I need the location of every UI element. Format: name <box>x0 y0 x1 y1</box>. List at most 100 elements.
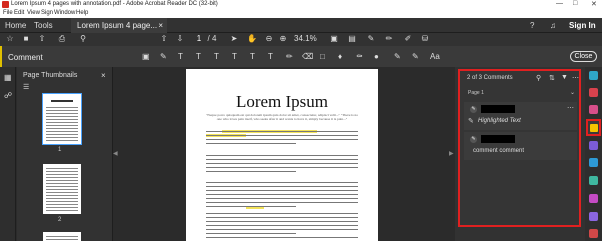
eraser-icon[interactable]: ⌫ <box>302 52 313 61</box>
menu-window[interactable]: Window <box>54 10 75 16</box>
comment-body-2: comment comment <box>473 148 525 154</box>
page-thumbnail-2[interactable] <box>43 164 81 214</box>
shapes-icon[interactable]: □ <box>320 52 325 61</box>
search-icon[interactable]: ⚲ <box>79 35 87 43</box>
close-window-button[interactable]: ✕ <box>591 0 597 8</box>
menu-file[interactable]: File <box>3 10 13 16</box>
text-line <box>206 217 358 219</box>
sign-in-button[interactable]: Sign In <box>569 21 596 30</box>
tab-close-icon[interactable]: × <box>158 21 163 30</box>
zoom-level[interactable]: 34.1% <box>294 35 317 43</box>
comment-body-1: Highlighted Text <box>478 118 521 124</box>
sort-icon[interactable]: ⇅ <box>549 74 555 82</box>
tab-home[interactable]: Home <box>5 21 26 30</box>
tab-document[interactable]: Lorem Ipsum 4 page... × <box>71 18 167 33</box>
title-bar: Lorem Ipsum 4 pages with annotation.pdf … <box>0 0 602 9</box>
insert-text-icon[interactable]: T <box>214 52 219 61</box>
upload-icon[interactable]: ⇧ <box>38 35 46 43</box>
attach-icon[interactable]: ⚰ <box>356 52 363 61</box>
menu-view[interactable]: View <box>27 10 40 16</box>
comment-tool-icon <box>590 124 598 132</box>
acrobat-logo-icon <box>2 1 9 8</box>
minimize-button[interactable]: — <box>556 0 563 7</box>
comments-list-panel: 2 of 3 Comments ⚲ ⇅ ▼ ⋯ Page 1 ⌄ ✎ ⋯ ✎ H… <box>458 69 581 227</box>
zoom-out-icon[interactable]: ⊖ <box>265 35 273 43</box>
comment-card-1[interactable]: ✎ ⋯ ✎ Highlighted Text <box>464 102 577 130</box>
share-icon[interactable]: ⛁ <box>421 35 429 43</box>
page-group-header[interactable]: Page 1 ⌄ <box>464 88 577 98</box>
sign-pen-icon[interactable]: ✎ <box>394 52 401 61</box>
left-collapse-handle[interactable]: ◀ <box>113 150 118 162</box>
pdf-page[interactable]: Lorem Ipsum "Neque porro quisquam est qu… <box>186 69 378 241</box>
highlight-pen-icon[interactable]: ✏ <box>385 35 393 43</box>
close-comment-button[interactable]: Close <box>570 51 597 62</box>
comment-menu-icon[interactable]: ⋯ <box>567 104 574 112</box>
page-thumbnail-1[interactable] <box>42 93 82 145</box>
search-comments-icon[interactable]: ⚲ <box>536 74 541 82</box>
star-icon[interactable]: ☆ <box>6 35 14 43</box>
comment-label: Comment <box>8 53 43 62</box>
edit-pdf-icon[interactable] <box>589 71 598 80</box>
select-cursor-icon[interactable]: ➤ <box>230 35 238 43</box>
thumbnail-panel-title: Page Thumbnails <box>23 72 78 79</box>
sign-icon[interactable]: ✐ <box>404 35 412 43</box>
font-size-icon[interactable]: Aa <box>430 52 440 61</box>
menu-help[interactable]: Help <box>76 10 88 16</box>
bookmark-icon[interactable]: ☍ <box>4 91 12 100</box>
tab-tools[interactable]: Tools <box>34 21 53 30</box>
highlight-text-icon[interactable]: ✎ <box>160 52 167 61</box>
sticky-note-icon[interactable]: ▣ <box>142 52 150 61</box>
create-pdf-icon[interactable] <box>589 105 598 114</box>
print-icon[interactable]: ⎙ <box>58 35 66 43</box>
hand-icon[interactable]: ✋ <box>247 35 257 43</box>
comment-icon[interactable]: ✎ <box>367 35 375 43</box>
export-pdf-icon[interactable] <box>589 88 598 97</box>
next-page-icon[interactable]: ⇩ <box>176 35 184 43</box>
menu-edit[interactable]: Edit <box>14 10 24 16</box>
help-icon[interactable]: ? <box>530 21 534 30</box>
comment-card-2[interactable]: ✎ comment comment <box>464 132 577 160</box>
text-comment-icon[interactable]: T <box>268 52 273 61</box>
scroll-mode-icon[interactable]: ▤ <box>348 35 356 43</box>
maximize-button[interactable]: □ <box>573 0 577 7</box>
prev-page-icon[interactable]: ⇧ <box>160 35 168 43</box>
draw-icon[interactable]: ✏ <box>286 52 293 61</box>
comment-author-redacted <box>481 105 515 113</box>
text-line <box>206 221 358 223</box>
comment-tool-selected[interactable] <box>586 119 601 136</box>
fit-page-icon[interactable]: ▣ <box>330 35 338 43</box>
more-tools-icon[interactable] <box>589 229 598 238</box>
strikethrough-icon[interactable]: T <box>178 52 183 61</box>
bell-icon[interactable]: ♫ <box>550 21 556 30</box>
thumbnails-icon[interactable]: ▦ <box>4 73 12 82</box>
fill-sign-icon[interactable] <box>589 194 598 203</box>
text-line <box>206 213 358 215</box>
organize-pages-icon[interactable] <box>589 158 598 167</box>
text-line <box>206 202 358 204</box>
color-icon[interactable]: ● <box>374 52 379 61</box>
page-thumbnail-3[interactable] <box>43 232 81 241</box>
zoom-in-icon[interactable]: ⊕ <box>279 35 287 43</box>
thumbnail-options-icon[interactable]: ☰ <box>23 83 29 91</box>
combine-files-icon[interactable] <box>589 141 598 150</box>
right-collapse-handle[interactable]: ▶ <box>449 150 454 162</box>
tab-document-label: Lorem Ipsum 4 page... <box>77 21 158 30</box>
page-number-input[interactable]: 1 <box>192 35 206 43</box>
text-box-icon[interactable]: T <box>250 52 255 61</box>
more-options-icon[interactable]: ⋯ <box>572 74 579 82</box>
chevron-down-icon[interactable]: ⌄ <box>570 89 575 96</box>
main-toolbar: ☆ ■ ⇧ ⎙ ⚲ ⇧ ⇩ 1 / 4 ➤ ✋ ⊖ ⊕ 34.1% ▣ ▤ ✎ … <box>0 33 602 46</box>
scan-ocr-icon[interactable] <box>589 176 598 185</box>
text-line <box>206 143 296 145</box>
underline-icon[interactable]: T <box>196 52 201 61</box>
stamp-icon[interactable]: ♦ <box>338 52 342 61</box>
marker-icon[interactable]: ✎ <box>412 52 419 61</box>
text-line <box>206 182 358 184</box>
nav-bar: Home Tools Lorem Ipsum 4 page... × ? ♫ S… <box>0 18 602 33</box>
filter-icon[interactable]: ▼ <box>561 74 568 81</box>
menu-sign[interactable]: Sign <box>41 10 53 16</box>
close-thumbnails-icon[interactable]: × <box>101 71 106 80</box>
save-icon[interactable]: ■ <box>22 35 30 43</box>
protect-icon[interactable] <box>589 212 598 221</box>
replace-text-icon[interactable]: T <box>232 52 237 61</box>
